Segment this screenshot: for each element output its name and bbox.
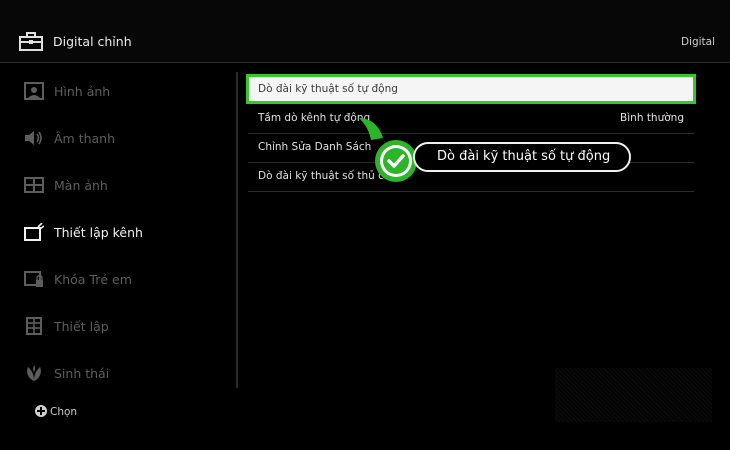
menu-item-label: Dò đài kỹ thuật số tự động bbox=[258, 83, 398, 95]
sidebar-item-label: Khóa Trẻ em bbox=[54, 272, 132, 287]
picture-icon bbox=[24, 82, 44, 100]
sidebar-item-setup[interactable]: Thiết lập bbox=[0, 307, 230, 347]
sidebar-item-screen[interactable]: Màn ảnh bbox=[0, 166, 230, 206]
speaker-icon bbox=[25, 131, 42, 145]
header-bar: Digital chỉnh Digital bbox=[0, 0, 730, 63]
source-label: Digital bbox=[680, 36, 715, 48]
sidebar-item-label: Sinh thái bbox=[54, 366, 110, 381]
menu-item-value: Bình thường bbox=[620, 112, 684, 124]
menu-item-label: Chỉnh Sửa Danh Sách bbox=[258, 141, 372, 153]
background-texture bbox=[555, 368, 712, 422]
screen-icon bbox=[24, 177, 44, 193]
sidebar-item-picture[interactable]: Hình ảnh bbox=[0, 72, 230, 112]
sidebar-item-label: Thiết lập kênh bbox=[54, 225, 143, 240]
sidebar-item-label: Thiết lập bbox=[54, 319, 109, 334]
menu-item-auto-digital-tuning[interactable]: Dò đài kỹ thuật số tự động bbox=[246, 74, 696, 104]
sidebar-item-eco[interactable]: Sinh thái bbox=[0, 354, 230, 394]
sidebar-item-child-lock[interactable]: Khóa Trẻ em bbox=[0, 260, 230, 300]
sidebar-item-sound[interactable]: Âm thanh bbox=[0, 119, 230, 159]
dpad-icon bbox=[35, 405, 47, 417]
sidebar-item-label: Hình ảnh bbox=[54, 84, 111, 99]
footer-hint-label: Chọn bbox=[50, 406, 78, 418]
channel-setup-icon bbox=[24, 223, 44, 241]
sidebar: Hình ảnh Âm thanh Màn ảnh Thiết lập kênh bbox=[0, 68, 236, 390]
child-lock-icon bbox=[24, 271, 43, 287]
page-title: Digital chỉnh bbox=[53, 34, 132, 49]
sidebar-divider bbox=[236, 72, 238, 388]
toolbox-icon bbox=[19, 32, 43, 51]
sidebar-item-channel-setup[interactable]: Thiết lập kênh bbox=[0, 213, 230, 253]
eco-leaf-icon bbox=[27, 365, 41, 381]
callout-text: Dò đài kỹ thuật số tự động bbox=[437, 149, 611, 164]
footer-hint: Chọn bbox=[35, 405, 77, 418]
sidebar-item-label: Âm thanh bbox=[54, 131, 116, 146]
sidebar-item-label: Màn ảnh bbox=[54, 178, 108, 193]
menu-item-label: Tầm dò kênh tự động bbox=[258, 112, 371, 124]
callout-pointer bbox=[359, 118, 383, 140]
menu-item-auto-scan-range[interactable]: Tầm dò kênh tự động Bình thường bbox=[248, 105, 694, 134]
setup-icon bbox=[26, 317, 42, 335]
callout-label: Dò đài kỹ thuật số tự động bbox=[413, 142, 631, 172]
